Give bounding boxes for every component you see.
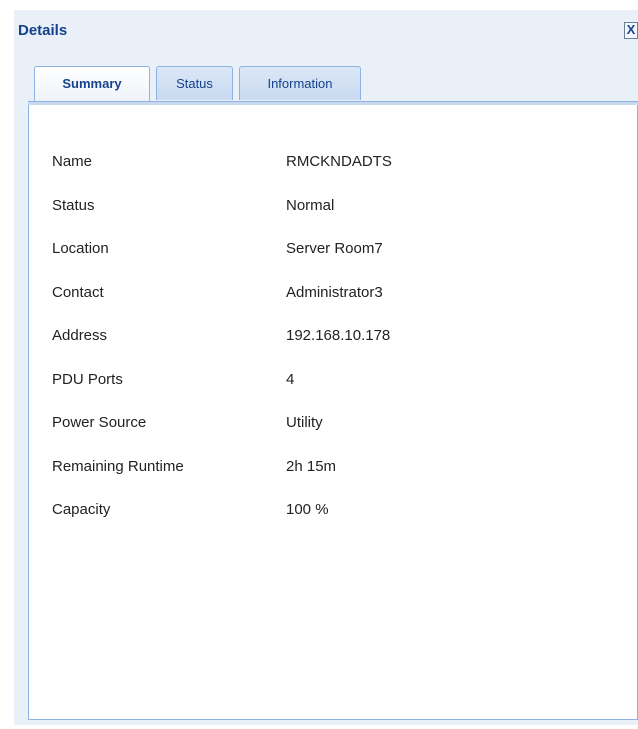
detail-row-power-source: Power Source Utility (29, 414, 629, 438)
detail-value: Utility (286, 414, 323, 431)
tab-status[interactable]: Status (156, 66, 233, 100)
detail-label: Status (52, 197, 95, 214)
detail-label: Capacity (52, 501, 111, 518)
detail-value: Server Room7 (286, 240, 383, 257)
detail-value: 2h 15m (286, 458, 337, 475)
tab-summary[interactable]: Summary (34, 66, 150, 102)
summary-content: Name RMCKNDADTS Status Normal Location S… (28, 105, 638, 720)
detail-row-contact: Contact Administrator3 (29, 284, 629, 308)
detail-value: 192.168.10.178 (286, 327, 391, 344)
detail-row-capacity: Capacity 100 % (29, 501, 629, 525)
panel-header: Details X (14, 10, 638, 54)
detail-row-status: Status Normal (29, 197, 629, 221)
detail-label: PDU Ports (52, 371, 123, 388)
tab-summary-label: Summary (62, 76, 122, 91)
detail-label: Name (52, 153, 93, 170)
detail-label: Address (52, 327, 108, 344)
tab-strip: Summary Status Information (28, 66, 638, 102)
detail-row-pdu-ports: PDU Ports 4 (29, 371, 629, 395)
detail-row-name: Name RMCKNDADTS (29, 153, 629, 177)
panel-title: Details (18, 22, 68, 39)
detail-row-address: Address 192.168.10.178 (29, 327, 629, 351)
detail-row-remaining-runtime: Remaining Runtime 2h 15m (29, 458, 629, 482)
tab-information-label: Information (267, 76, 333, 91)
detail-label: Location (52, 240, 109, 257)
detail-value: 4 (286, 371, 295, 388)
tab-status-label: Status (176, 76, 213, 91)
close-button[interactable]: X (624, 22, 638, 39)
close-icon: X (626, 22, 636, 37)
detail-label: Remaining Runtime (52, 458, 184, 475)
detail-row-location: Location Server Room7 (29, 240, 629, 264)
detail-value: RMCKNDADTS (286, 153, 392, 170)
tab-information[interactable]: Information (239, 66, 361, 100)
detail-label: Contact (52, 284, 104, 301)
details-panel: Details X Summary Status Information Nam… (14, 10, 638, 725)
detail-value: Administrator3 (286, 284, 383, 301)
detail-value: 100 % (286, 501, 329, 518)
detail-label: Power Source (52, 414, 147, 431)
detail-value: Normal (286, 197, 335, 214)
